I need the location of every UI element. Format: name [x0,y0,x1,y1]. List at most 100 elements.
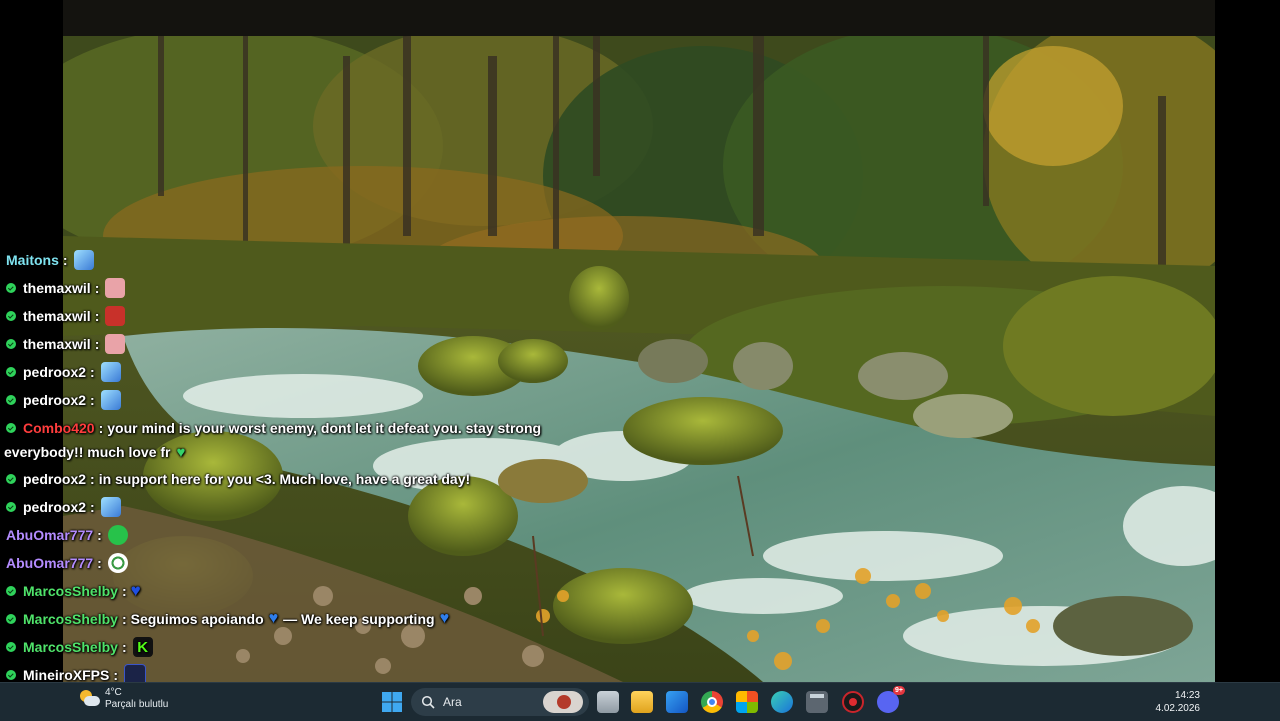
chat-separator: : [90,364,95,380]
green-blob-emote-icon [107,525,128,545]
verified-badge-icon [6,395,16,405]
windows-taskbar: 4°C Parçalı bulutlu Ara 9+ 14:23 4.02.20… [0,682,1280,721]
chat-separator: : [97,527,102,543]
weather-description: Parçalı bulutlu [105,699,169,710]
blue-heart-icon: ♥ [439,610,450,627]
chrome-icon[interactable] [701,691,723,713]
verified-badge-icon [6,283,16,293]
blue-heart-icon: ♥ [268,610,279,627]
outlook-icon[interactable] [666,691,688,713]
verified-badge-icon [6,502,16,512]
ball-emote-icon [107,553,128,573]
green-heart-icon: ♥ [176,443,186,461]
chat-message: MarcosShelby : Seguimos apoiando ♥ — We … [6,605,449,633]
chat-message: pedroox2 : [6,386,121,414]
windows-start-icon[interactable] [381,691,403,713]
file-explorer-icon[interactable] [631,691,653,713]
chat-message: AbuOmar777 : [6,549,128,577]
window-top-bar [63,0,1215,36]
chat-separator: : [121,583,127,599]
pig-emote-icon [105,278,126,298]
microsoft-store-icon[interactable] [736,691,758,713]
verified-badge-icon [6,670,16,680]
butterfly-emote-icon [100,362,121,382]
search-highlight-image [543,691,583,713]
chat-text: in support here for you <3. Much love, h… [98,471,471,487]
chat-username: Combo420 [23,420,95,436]
record-icon[interactable] [842,691,864,713]
partly-cloudy-icon [78,688,100,710]
chat-separator: : [94,336,100,352]
chat-message: MarcosShelby : ♥ [6,577,141,605]
chat-message: AbuOmar777 : [6,521,128,549]
right-black-strip [1215,0,1280,682]
chat-username: MarcosShelby [23,639,118,655]
chat-separator: : [94,308,100,324]
chat-message: pedroox2 : [6,358,121,386]
verified-badge-icon [6,614,16,624]
chat-separator: : [90,471,95,487]
verified-badge-icon [6,339,16,349]
chat-username: pedroox2 [23,364,87,380]
chat-text: everybody!! much love fr [4,444,171,460]
chat-separator: : [121,639,127,655]
chat-message: pedroox2 : in support here for you <3. M… [6,465,470,493]
chat-username: pedroox2 [23,471,87,487]
chat-message: MarcosShelby : K [6,633,153,661]
chat-message-continuation: everybody!! much love fr ♥ [4,438,185,466]
weather-widget[interactable]: 4°C Parçalı bulutlu [78,687,168,711]
verified-badge-icon [6,367,16,377]
chat-username: MarcosShelby [23,583,118,599]
system-clock[interactable]: 14:23 4.02.2026 [1156,689,1201,715]
weather-temperature: 4°C [105,687,122,698]
chat-message: themaxwil : [6,302,126,330]
verified-badge-icon [6,474,16,484]
verified-badge-icon [6,642,16,652]
chat-username: AbuOmar777 [6,527,94,543]
butterfly-emote-icon [100,390,121,410]
blue-heart-icon: ♥ [130,581,141,600]
search-placeholder: Ara [443,695,462,709]
chat-separator: : [97,555,102,571]
discord-notification-badge: 9+ [893,686,905,695]
butterfly-emote-icon [73,250,94,270]
calculator-icon[interactable] [806,691,828,713]
chat-username: MineiroXFPS [23,667,110,683]
chat-text-translation: — We keep supporting [283,611,435,627]
chat-separator: : [121,611,127,627]
chat-separator: : [90,392,95,408]
chat-separator: : [62,252,68,268]
chat-text: your mind is your worst enemy, dont let … [107,420,542,436]
search-icon [421,695,435,709]
chat-message: Maitons : [6,246,94,274]
chat-separator: : [113,667,119,683]
chat-username: pedroox2 [23,392,87,408]
chat-text: Seguimos apoiando [130,611,264,627]
verified-badge-icon [6,423,16,433]
chat-username: MarcosShelby [23,611,118,627]
task-view-icon[interactable] [597,691,619,713]
red-face-emote-icon [105,306,126,326]
pig-emote-icon [105,334,126,354]
discord-icon[interactable]: 9+ [877,686,905,713]
edge-icon[interactable] [771,691,793,713]
chat-separator: : [98,420,104,436]
clock-time: 14:23 [1174,690,1200,701]
chat-message: pedroox2 : [6,493,121,521]
chat-separator: : [94,280,100,296]
chat-username: Maitons [6,252,59,268]
clock-date: 4.02.2026 [1155,703,1201,714]
chat-username: themaxwil [23,280,91,296]
verified-badge-icon [6,311,16,321]
chat-username: themaxwil [23,308,91,324]
taskbar-search-box[interactable]: Ara [411,688,589,716]
chat-message: themaxwil : [6,274,126,302]
verified-badge-icon [6,586,16,596]
chat-username: themaxwil [23,336,91,352]
chat-username: AbuOmar777 [6,555,94,571]
chat-overlay: Maitons : themaxwil : themaxwil : themax… [0,246,640,686]
chat-separator: : [90,499,95,515]
chat-message: themaxwil : [6,330,126,358]
chat-username: pedroox2 [23,499,87,515]
butterfly-emote-icon [100,497,121,517]
